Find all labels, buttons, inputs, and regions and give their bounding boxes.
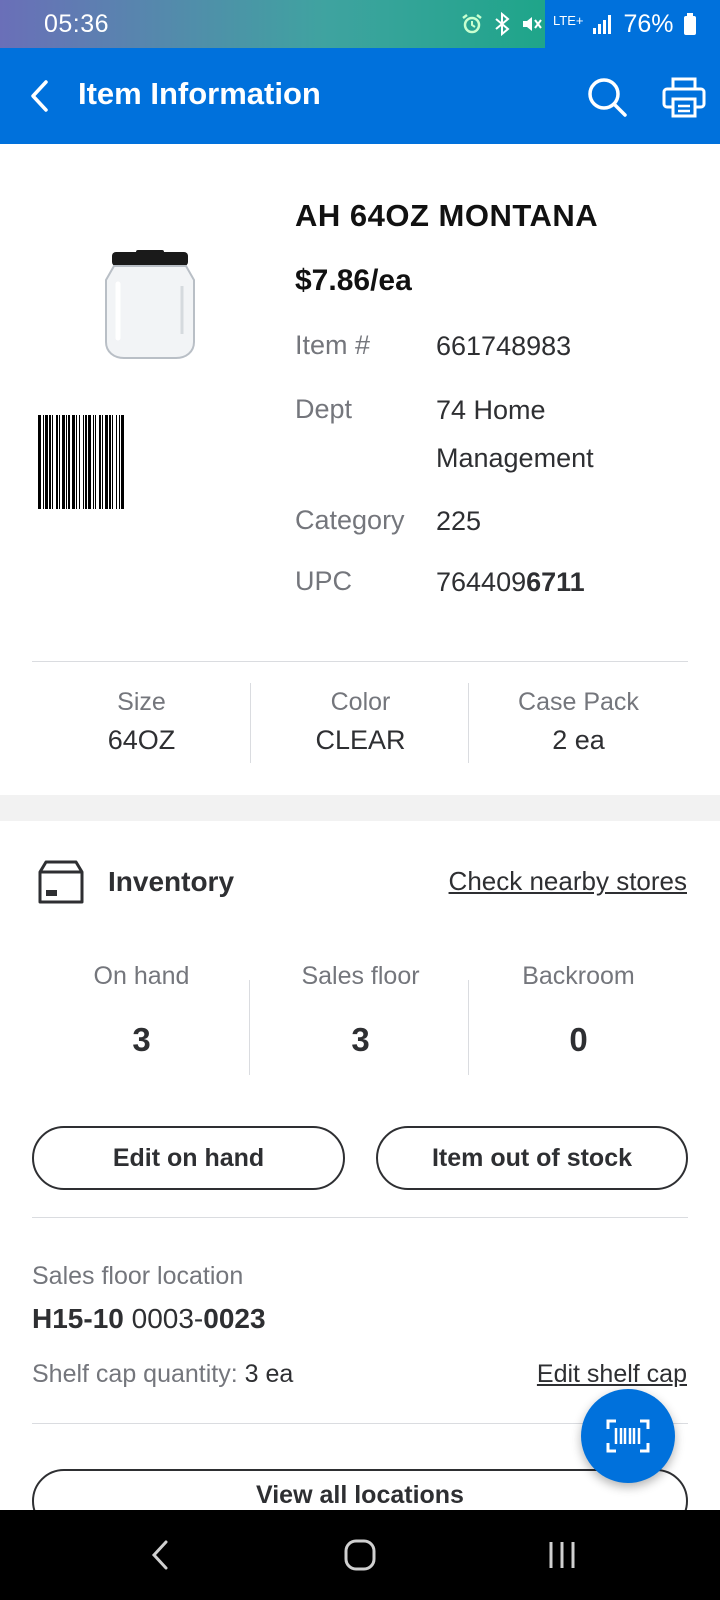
mute-icon — [520, 12, 544, 36]
status-bar: 05:36 LTE+ 76% — [0, 0, 720, 48]
back-arrow-icon — [151, 1540, 168, 1570]
barcode-image — [38, 415, 252, 509]
attribute-value: 2 ea — [552, 725, 605, 755]
location-slot: 0023 — [203, 1303, 266, 1334]
attribute-label: Case Pack — [518, 688, 639, 716]
dept-value-line2: Management — [436, 443, 594, 473]
divider — [32, 661, 688, 662]
section-separator — [0, 795, 720, 821]
location-section: 0003- — [123, 1303, 204, 1334]
attribute-size: Size 64OZ — [32, 684, 251, 764]
nav-recents-button[interactable] — [532, 1530, 592, 1580]
item-number-label: Item # — [295, 330, 371, 360]
chevron-left-icon — [31, 80, 48, 112]
category-value: 225 — [436, 506, 482, 536]
category-label: Category — [295, 505, 405, 535]
item-number-value: 661748983 — [436, 331, 572, 361]
check-nearby-stores-link[interactable]: Check nearby stores — [449, 866, 687, 897]
count-label: Sales floor — [301, 962, 420, 990]
location-aisle: H15-10 — [32, 1303, 124, 1334]
shelf-cap-quantity: Shelf cap quantity: 3 ea — [32, 1360, 293, 1389]
nav-back-button[interactable] — [130, 1530, 190, 1580]
product-name: AH 64OZ MONTANA — [295, 198, 599, 233]
attribute-label: Color — [330, 688, 391, 716]
upc-value: 7644096711 — [436, 558, 585, 606]
battery-percent: 76% — [623, 9, 674, 38]
upc-suffix: 6711 — [526, 567, 585, 597]
attribute-color: Color CLEAR — [251, 684, 470, 764]
search-button[interactable] — [582, 72, 632, 122]
sales-floor-location-label: Sales floor location — [32, 1262, 244, 1290]
backroom-count: Backroom 0 — [469, 962, 688, 1059]
count-value: 3 — [132, 1021, 151, 1058]
dept-label: Dept — [295, 394, 353, 424]
divider — [32, 1217, 688, 1218]
barcode-scan-icon — [606, 1419, 650, 1453]
app-bar: Item Information — [0, 48, 720, 144]
home-icon — [344, 1539, 376, 1571]
count-label: Backroom — [522, 962, 635, 990]
attribute-case-pack: Case Pack 2 ea — [469, 684, 688, 764]
attribute-value: 64OZ — [107, 725, 176, 755]
product-price: $7.86/ea — [295, 264, 412, 297]
sales-floor-count: Sales floor 3 — [251, 962, 470, 1059]
nav-home-button[interactable] — [330, 1530, 390, 1580]
battery-icon — [683, 12, 697, 36]
count-value: 0 — [569, 1021, 588, 1058]
network-type: LTE+ — [553, 13, 584, 28]
on-hand-count: On hand 3 — [32, 962, 251, 1059]
barcode-bar — [124, 415, 125, 509]
status-icons: LTE+ 76% — [460, 8, 697, 40]
attribute-label: Size — [117, 688, 166, 716]
back-button[interactable] — [18, 74, 62, 118]
shelf-cap-value: 3 ea — [244, 1360, 294, 1388]
upc-label: UPC — [295, 566, 353, 596]
bluetooth-icon — [493, 12, 511, 36]
status-time: 05:36 — [44, 10, 110, 38]
sales-floor-location-value: H15-10 0003-0023 — [32, 1303, 266, 1335]
edit-shelf-cap-link[interactable]: Edit shelf cap — [537, 1360, 687, 1389]
shelf-cap-label: Shelf cap quantity: — [32, 1360, 245, 1388]
box-icon — [37, 858, 85, 906]
recents-icon — [549, 1542, 575, 1568]
edit-on-hand-button[interactable]: Edit on hand — [32, 1126, 345, 1190]
print-button[interactable] — [660, 74, 708, 122]
item-out-of-stock-button[interactable]: Item out of stock — [376, 1126, 688, 1190]
inventory-title: Inventory — [108, 866, 235, 897]
alarm-icon — [460, 12, 484, 36]
dept-value-line1: 74 Home — [436, 395, 546, 425]
count-label: On hand — [93, 962, 190, 990]
page-title: Item Information — [78, 76, 321, 111]
printer-icon — [662, 77, 706, 118]
scan-barcode-button[interactable] — [581, 1389, 675, 1483]
attribute-value: CLEAR — [315, 725, 406, 755]
column-separator — [249, 980, 250, 1075]
product-image — [100, 250, 200, 362]
search-icon — [588, 78, 627, 117]
upc-prefix: 764409 — [436, 567, 527, 597]
count-value: 3 — [351, 1021, 370, 1058]
signal-icon — [592, 13, 614, 35]
system-nav-bar — [0, 1510, 720, 1600]
